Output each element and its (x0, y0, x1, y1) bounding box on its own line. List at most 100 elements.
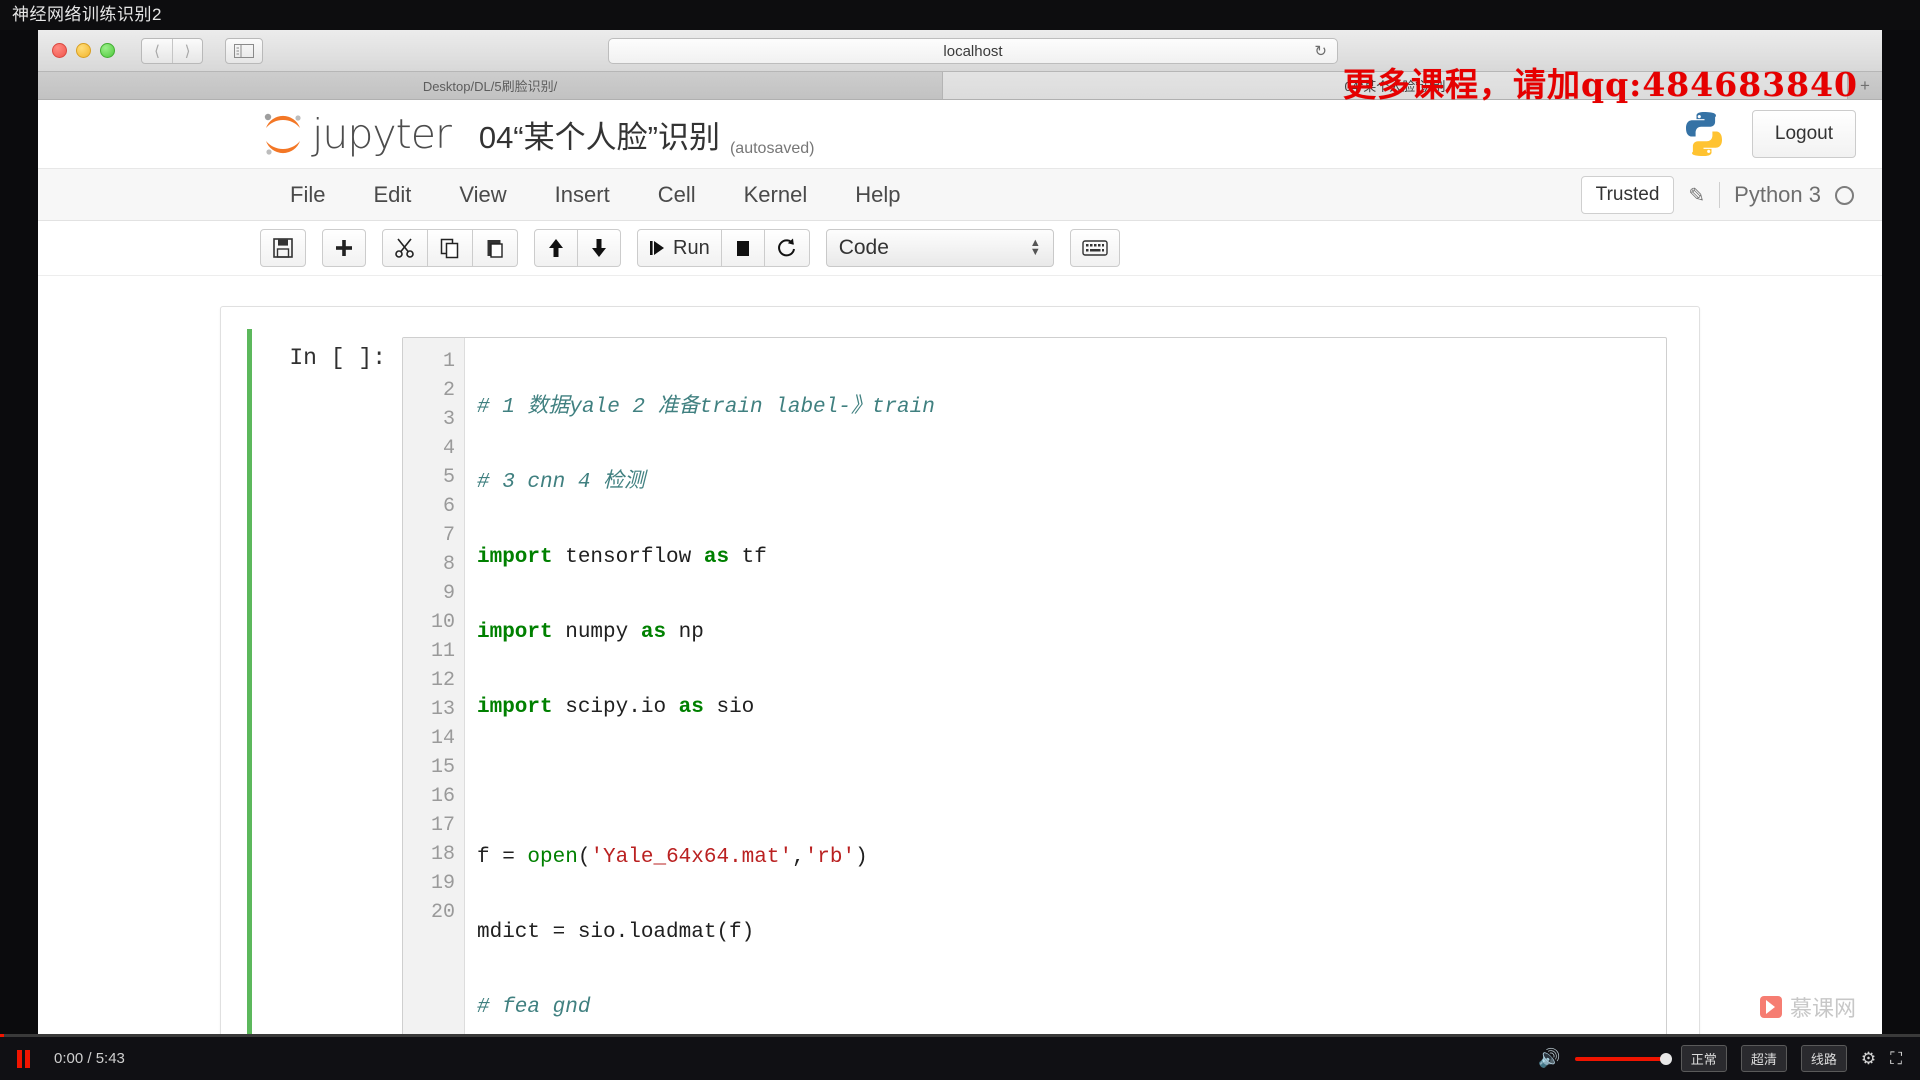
menu-help[interactable]: Help (831, 169, 924, 221)
navigation-buttons: ⟨ ⟩ (141, 37, 203, 64)
pause-icon[interactable] (0, 1049, 46, 1068)
address-bar-text: localhost (943, 42, 1003, 60)
close-window-button[interactable] (52, 43, 67, 58)
restart-circular-arrow-icon (777, 238, 795, 257)
python-logo-icon (1685, 112, 1722, 156)
header-right-group: Logout (1678, 108, 1856, 160)
copy-button[interactable] (428, 229, 473, 267)
kernel-idle-circle-icon[interactable] (1835, 185, 1854, 205)
jupyter-wordmark: jupyter (312, 110, 452, 158)
ad-watermark-text: 更多课程，请加qq:484683840 (1343, 65, 1858, 104)
cell-type-value: Code (838, 236, 889, 259)
line-number: 19 (430, 872, 455, 895)
line-number: 3 (442, 408, 455, 431)
code-line-3: import tensorflow as tf (477, 546, 767, 569)
pause-bar-right (24, 1049, 30, 1068)
menu-cell[interactable]: Cell (634, 169, 720, 221)
clipboard-group (382, 229, 518, 267)
run-icon (650, 241, 664, 255)
code-editor[interactable]: 1 2 3 4 5 6 7 8 9 10 11 12 13 14 15 16 1… (402, 337, 1667, 1036)
jupyter-logo-glyph (264, 113, 301, 155)
jupyter-menubar: File Edit View Insert Cell Kernel Help T… (38, 169, 1882, 221)
video-player: 神经网络训练识别2 ⟨ ⟩ localhost ↻ Desktop/DL/5刷脸… (0, 0, 1920, 1080)
save-floppy-icon (273, 238, 293, 258)
menu-edit[interactable]: Edit (349, 169, 435, 221)
menu-insert[interactable]: Insert (531, 169, 634, 221)
jupyter-logo-icon[interactable]: jupyter (260, 109, 452, 159)
quality-route-button[interactable]: 线路 (1800, 1045, 1847, 1072)
line-number-gutter: 1 2 3 4 5 6 7 8 9 10 11 12 13 14 15 16 1… (403, 338, 465, 1036)
code-line-8: mdict = sio.loadmat(f) (477, 921, 755, 944)
scissors-icon (395, 238, 414, 258)
timecode: 0:00 / 5:43 (54, 1050, 125, 1067)
cell-type-select[interactable]: Code ▲ ▼ (825, 229, 1054, 267)
cut-button[interactable] (382, 229, 428, 267)
volume-slider[interactable] (1574, 1052, 1672, 1065)
fullscreen-icon[interactable]: ⛶ (1890, 1049, 1902, 1069)
code-line-4: import numpy as np (477, 621, 704, 644)
command-palette-button[interactable] (1069, 229, 1120, 267)
browser-tab-directory[interactable]: Desktop/DL/5刷脸识别/ (38, 72, 943, 99)
maximize-window-button[interactable] (100, 43, 115, 58)
gear-icon[interactable]: ⚙ (1861, 1049, 1876, 1069)
back-icon[interactable]: ⟨ (142, 39, 172, 63)
window-traffic-lights (52, 43, 115, 58)
pencil-icon[interactable]: ✎ (1688, 183, 1705, 208)
progress-bar[interactable] (0, 1034, 1920, 1037)
imooc-watermark: 慕课网 (1759, 991, 1856, 1023)
copy-icon (440, 238, 459, 259)
notebook-title[interactable]: 04“某个人脸”识别 (479, 112, 720, 157)
quality-normal-button[interactable]: 正常 (1680, 1045, 1727, 1072)
imooc-logo-icon (1759, 996, 1782, 1018)
keyboard-icon (1082, 240, 1108, 256)
interrupt-kernel-button[interactable] (721, 229, 765, 267)
volume-knob[interactable] (1659, 1052, 1672, 1065)
run-group: Run (637, 229, 810, 267)
insert-cell-below-button[interactable] (322, 229, 366, 267)
jupyter-notebook-page: jupyter 04“某个人脸”识别 (autosaved) Logout Fi… (38, 100, 1882, 1036)
move-cell-down-button[interactable] (578, 229, 621, 267)
line-number: 7 (442, 524, 455, 547)
volume-icon[interactable]: 🔊 (1538, 1048, 1560, 1069)
line-number: 2 (442, 379, 455, 402)
notebook-body: In [ ]: 1 2 3 4 5 6 7 8 9 10 11 12 13 14… (38, 276, 1882, 1036)
line-number: 18 (430, 843, 455, 866)
code-text[interactable]: # 1 数据yale 2 准备train label-》train # 3 cn… (465, 338, 1666, 1036)
code-line-7: f = open('Yale_64x64.mat','rb') (477, 846, 868, 869)
code-line-1: # 1 数据yale 2 准备train label-》train (477, 396, 935, 419)
arrow-up-icon (549, 239, 563, 257)
move-cell-group (534, 229, 621, 267)
reload-icon[interactable]: ↻ (1314, 42, 1327, 60)
restart-kernel-button[interactable] (764, 229, 810, 267)
logout-button[interactable]: Logout (1751, 110, 1856, 158)
line-number: 14 (430, 727, 455, 750)
forward-icon[interactable]: ⟩ (172, 38, 202, 63)
menubar-right-group: Trusted ✎ Python 3 (1580, 169, 1854, 221)
menu-kernel[interactable]: Kernel (720, 169, 832, 221)
line-number: 11 (430, 640, 455, 663)
minimize-window-button[interactable] (76, 43, 91, 58)
quality-ultrahd-button[interactable]: 超清 (1740, 1045, 1787, 1072)
menu-file[interactable]: File (266, 169, 349, 221)
address-bar[interactable]: localhost ↻ (608, 38, 1338, 64)
arrow-down-icon (592, 239, 606, 257)
stop-square-icon (736, 241, 749, 256)
menu-view[interactable]: View (435, 169, 530, 221)
line-number: 17 (430, 814, 455, 837)
player-control-bar: 0:00 / 5:43 🔊 正常 超清 线路 ⚙ ⛶ (0, 1034, 1920, 1080)
code-line-2: # 3 cnn 4 检测 (477, 471, 646, 494)
imooc-brand-text: 慕课网 (1789, 996, 1856, 1021)
save-button[interactable] (260, 229, 306, 267)
line-number: 4 (442, 437, 455, 460)
paste-button[interactable] (473, 229, 518, 267)
trusted-badge[interactable]: Trusted (1580, 176, 1675, 214)
move-cell-up-button[interactable] (534, 229, 578, 267)
line-number: 10 (430, 611, 455, 634)
updown-arrows-icon: ▲ ▼ (1029, 237, 1041, 258)
kernel-name: Python 3 (1734, 182, 1821, 207)
player-right-controls: 🔊 正常 超清 线路 ⚙ ⛶ (1538, 1045, 1920, 1072)
run-cell-button[interactable]: Run (637, 229, 722, 267)
code-cell[interactable]: In [ ]: 1 2 3 4 5 6 7 8 9 10 11 12 13 14… (247, 329, 1673, 1036)
code-line-9: # fea gnd (477, 996, 591, 1019)
sidebar-toggle-icon[interactable] (225, 37, 263, 64)
